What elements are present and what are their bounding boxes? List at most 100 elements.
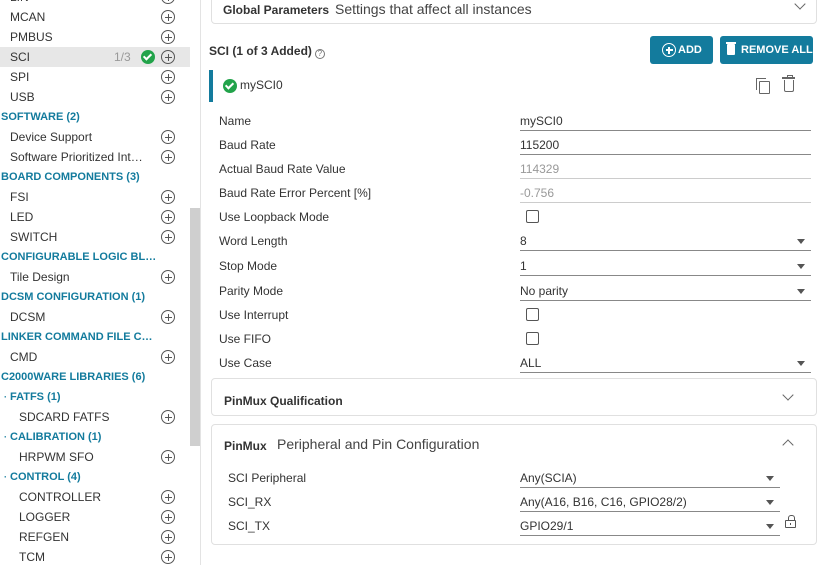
sidebar-item[interactable]: LOGGER — [0, 507, 190, 527]
sidebar-item-label: SCI — [10, 50, 31, 64]
sidebar-item[interactable]: Device Support — [0, 127, 190, 147]
add-circle-icon[interactable] — [161, 50, 175, 64]
sidebar-category[interactable]: DCSM CONFIGURATION (1) — [0, 287, 190, 307]
param-label: Parity Mode — [219, 284, 284, 298]
sidebar-category[interactable]: C2000WARE LIBRARIES (6) — [0, 367, 190, 387]
add-circle-icon[interactable] — [161, 230, 175, 244]
pinmux-select[interactable]: GPIO29/1 — [520, 518, 780, 536]
sidebar-item-label: C2000WARE LIBRARIES (6) — [1, 371, 146, 383]
global-parameters-description: Settings that affect all instances — [335, 1, 532, 17]
trash-icon — [726, 42, 736, 55]
pinmux-select[interactable]: Any(SCIA) — [520, 470, 780, 488]
param-input[interactable]: 115200 — [520, 137, 811, 155]
copy-icon[interactable] — [756, 78, 770, 94]
sidebar-category[interactable]: · CALIBRATION (1) — [0, 427, 190, 447]
sidebar-item[interactable]: HRPWM SFO — [0, 447, 190, 467]
sidebar-item[interactable]: USB — [0, 87, 190, 107]
pinmux-qualification-title: PinMux Qualification — [224, 394, 343, 408]
add-circle-icon[interactable] — [161, 210, 175, 224]
param-label: Use Case — [219, 356, 272, 370]
add-circle-icon[interactable] — [161, 350, 175, 364]
add-circle-icon[interactable] — [161, 530, 175, 544]
param-input[interactable]: mySCI0 — [520, 113, 811, 131]
sidebar-item[interactable]: REFGEN — [0, 527, 190, 547]
add-circle-icon[interactable] — [161, 10, 175, 24]
add-circle-icon[interactable] — [161, 410, 175, 424]
sidebar-label: BOARD COMPONENTS (3) — [0, 167, 140, 187]
sidebar-item[interactable]: Software Prioritized Interr... — [0, 147, 190, 167]
sidebar-item[interactable]: CMD — [0, 347, 190, 367]
sidebar-item-label: CALIBRATION (1) — [10, 431, 102, 443]
add-circle-icon[interactable] — [161, 490, 175, 504]
sidebar-item[interactable]: CONTROLLER — [0, 487, 190, 507]
sidebar-label: Tile Design — [0, 267, 70, 287]
pinmux-select[interactable]: Any(A16, B16, C16, GPIO28/2) — [520, 494, 780, 512]
pinmux-qualification-section[interactable]: PinMux Qualification — [211, 378, 817, 416]
lock-icon[interactable] — [785, 515, 796, 528]
sidebar-item[interactable]: TCM — [0, 547, 190, 565]
sidebar-category[interactable]: BOARD COMPONENTS (3) — [0, 167, 190, 187]
sidebar-label: DCSM — [0, 307, 45, 327]
add-circle-icon[interactable] — [161, 0, 175, 4]
param-select[interactable]: 1 — [520, 258, 811, 276]
sidebar-item[interactable]: MCAN — [0, 7, 190, 27]
sidebar-item[interactable]: LED — [0, 207, 190, 227]
sidebar-item-label: CONTROL (4) — [10, 471, 81, 483]
add-circle-icon[interactable] — [161, 90, 175, 104]
pinmux-value: Any(A16, B16, C16, GPIO28/2) — [520, 495, 687, 509]
sidebar-item[interactable]: PMBUS — [0, 27, 190, 47]
param-select[interactable]: No parity — [520, 283, 811, 301]
sidebar-category[interactable]: CONFIGURABLE LOGIC BLOC... — [0, 247, 190, 267]
delete-icon[interactable] — [782, 75, 795, 92]
chevron-down-icon[interactable] — [782, 389, 794, 401]
add-circle-icon[interactable] — [161, 510, 175, 524]
module-header-text: SCI (1 of 3 Added) — [209, 44, 312, 58]
sidebar-item[interactable]: SCI 1/3 — [0, 47, 190, 67]
add-button[interactable]: ADD — [650, 36, 713, 64]
pinmux-label: SCI_TX — [228, 519, 271, 533]
caret-down-icon — [797, 264, 805, 269]
remove-all-button[interactable]: REMOVE ALL — [720, 36, 813, 64]
add-circle-icon[interactable] — [161, 270, 175, 284]
add-circle-icon[interactable] — [161, 450, 175, 464]
add-circle-icon[interactable] — [161, 310, 175, 324]
param-select[interactable]: 8 — [520, 233, 811, 251]
sidebar-scrollbar[interactable] — [190, 208, 200, 446]
sidebar-item-label: SDCARD FATFS — [19, 410, 110, 424]
param-checkbox[interactable] — [526, 332, 539, 345]
add-circle-icon[interactable] — [161, 190, 175, 204]
sidebar-item[interactable]: SWITCH — [0, 227, 190, 247]
param-checkbox[interactable] — [526, 210, 539, 223]
sidebar-label: MCAN — [0, 7, 45, 27]
sidebar-item[interactable]: SDCARD FATFS — [0, 407, 190, 427]
add-circle-icon[interactable] — [161, 130, 175, 144]
sidebar-item-label: LOGGER — [19, 510, 71, 524]
sidebar-category[interactable]: SOFTWARE (2) — [0, 107, 190, 127]
sidebar-item[interactable]: DCSM — [0, 307, 190, 327]
help-icon[interactable]: ? — [314, 49, 325, 59]
add-circle-icon[interactable] — [161, 70, 175, 84]
sidebar-item-label: CONTROLLER — [19, 490, 102, 504]
sidebar-item[interactable]: SPI — [0, 67, 190, 87]
add-circle-icon[interactable] — [161, 150, 175, 164]
main-panel: Global Parameters Settings that affect a… — [201, 0, 835, 565]
sidebar-category[interactable]: LINKER COMMAND FILE CON... — [0, 327, 190, 347]
pinmux-label: SCI_RX — [228, 495, 272, 509]
sidebar-item-label: CONFIGURABLE LOGIC BLOC... — [1, 251, 157, 263]
chevron-down-icon[interactable] — [794, 0, 806, 10]
param-label: Baud Rate Error Percent [%] — [219, 186, 372, 200]
add-circle-icon[interactable] — [161, 550, 175, 564]
instance-row[interactable]: mySCI0 — [209, 70, 815, 102]
sidebar-item-label: MCAN — [10, 10, 46, 24]
sidebar-category[interactable]: · FATFS (1) — [0, 387, 190, 407]
chevron-up-icon[interactable] — [782, 439, 794, 451]
add-circle-icon[interactable] — [161, 30, 175, 44]
global-parameters-section[interactable]: Global Parameters Settings that affect a… — [211, 0, 817, 24]
sidebar-item[interactable]: Tile Design — [0, 267, 190, 287]
param-select[interactable]: ALL — [520, 355, 811, 373]
sidebar-item[interactable]: FSI — [0, 187, 190, 207]
sidebar-label: CMD — [0, 347, 37, 367]
param-checkbox[interactable] — [526, 308, 539, 321]
sidebar-item[interactable]: LIN — [0, 0, 190, 7]
sidebar-category[interactable]: · CONTROL (4) — [0, 467, 190, 487]
